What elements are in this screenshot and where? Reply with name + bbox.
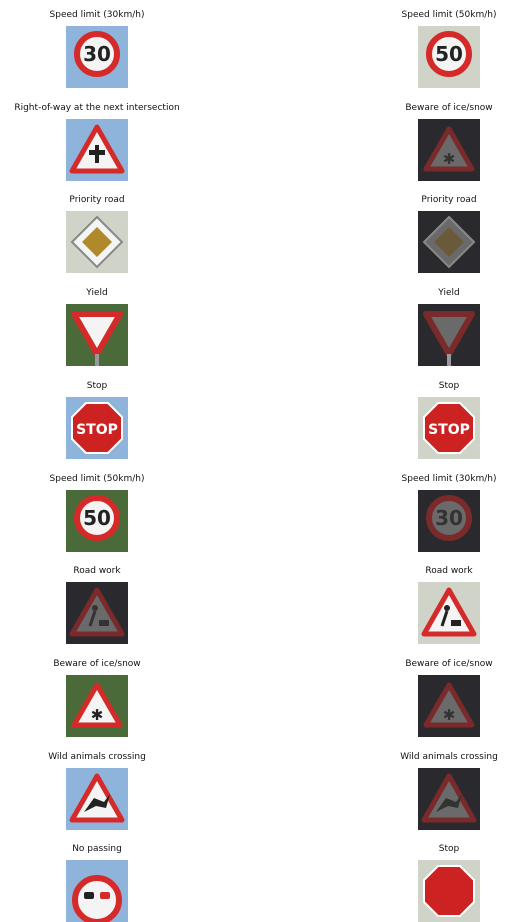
wild-animals-icon bbox=[66, 767, 128, 830]
right-of-way-icon bbox=[66, 118, 128, 181]
sign-text: STOP bbox=[76, 422, 118, 438]
no-passing-sign-image bbox=[66, 860, 128, 922]
speed-30-icon: 30 bbox=[418, 489, 480, 552]
priority-road-sign-image bbox=[66, 211, 128, 274]
speed-50-icon: 50 bbox=[66, 489, 128, 552]
ice-snow-sign-image: ✱ bbox=[418, 118, 480, 181]
priority-road-icon bbox=[418, 211, 480, 274]
sign-caption: Speed limit (30km/h) bbox=[49, 10, 145, 20]
svg-text:✱: ✱ bbox=[443, 706, 456, 724]
no-passing-icon bbox=[66, 860, 128, 922]
stop-sign-image bbox=[418, 860, 480, 922]
svg-text:✱: ✱ bbox=[91, 706, 104, 724]
sign-cell: Stop STOP bbox=[349, 381, 514, 459]
sign-cell: No passing bbox=[0, 844, 197, 922]
sign-caption: Wild animals crossing bbox=[400, 751, 498, 762]
right-of-way-sign-image bbox=[66, 118, 128, 181]
priority-road-icon bbox=[66, 211, 128, 274]
sign-cell: Speed limit (30km/h) 30 bbox=[0, 10, 197, 88]
yield-sign-image bbox=[66, 304, 128, 367]
stop-icon: STOP bbox=[66, 396, 128, 459]
speed-50-sign-image: 50 bbox=[66, 489, 128, 552]
ice-snow-icon: ✱ bbox=[418, 118, 480, 181]
sign-caption: Yield bbox=[86, 288, 108, 299]
sign-cell: Road work bbox=[0, 566, 197, 645]
sign-cell: Beware of ice/snow ✱ bbox=[349, 659, 514, 737]
sign-caption: Stop bbox=[438, 844, 460, 855]
sign-caption: No passing bbox=[72, 844, 122, 855]
sign-number: 30 bbox=[83, 42, 111, 66]
traffic-sign-grid: Speed limit (30km/h) 30 Speed limit (50k… bbox=[0, 0, 514, 922]
sign-cell: Speed limit (30km/h) 30 bbox=[349, 474, 514, 552]
sign-caption: Stop bbox=[438, 380, 460, 391]
sign-cell: Stop STOP bbox=[0, 381, 197, 459]
sign-caption: Speed limit (50km/h) bbox=[401, 10, 497, 20]
sign-cell: Road work bbox=[349, 566, 514, 645]
priority-road-sign-image bbox=[418, 211, 480, 274]
road-work-icon bbox=[66, 582, 128, 645]
sign-caption: Road work bbox=[73, 566, 121, 577]
sign-caption: Road work bbox=[425, 566, 473, 577]
ice-snow-icon: ✱ bbox=[418, 674, 480, 737]
stop-icon bbox=[418, 860, 480, 922]
sign-cell: Beware of ice/snow ✱ bbox=[349, 103, 514, 181]
stop-sign-image: STOP bbox=[418, 396, 480, 459]
sign-number: 50 bbox=[435, 42, 463, 66]
sign-cell: Yield bbox=[349, 288, 514, 367]
sign-caption: Yield bbox=[438, 288, 460, 299]
sign-cell: Yield bbox=[0, 288, 197, 367]
road-work-sign-image bbox=[66, 582, 128, 645]
sign-caption: Beware of ice/snow bbox=[405, 658, 493, 669]
sign-caption: Beware of ice/snow bbox=[405, 102, 493, 113]
sign-caption: Speed limit (30km/h) bbox=[401, 473, 497, 484]
sign-cell: Stop bbox=[349, 844, 514, 922]
yield-icon bbox=[66, 304, 128, 367]
ice-snow-sign-image: ✱ bbox=[66, 674, 128, 737]
sign-cell: Priority road bbox=[0, 195, 197, 274]
yield-sign-image bbox=[418, 304, 480, 367]
sign-caption: Priority road bbox=[421, 195, 477, 206]
speed-50-icon: 50 bbox=[418, 26, 480, 88]
yield-icon bbox=[418, 304, 480, 367]
stop-sign-image: STOP bbox=[66, 396, 128, 459]
sign-cell: Right-of-way at the next intersection bbox=[0, 103, 197, 181]
sign-caption: Speed limit (50km/h) bbox=[49, 473, 145, 484]
ice-snow-sign-image: ✱ bbox=[418, 674, 480, 737]
stop-icon: STOP bbox=[418, 396, 480, 459]
svg-text:✱: ✱ bbox=[443, 150, 456, 168]
speed-30-icon: 30 bbox=[66, 26, 128, 88]
ice-snow-icon: ✱ bbox=[66, 674, 128, 737]
sign-caption: Stop bbox=[86, 380, 108, 391]
wild-animals-sign-image bbox=[66, 767, 128, 830]
sign-text: STOP bbox=[428, 422, 470, 438]
speed-30-sign-image: 30 bbox=[418, 489, 480, 552]
road-work-sign-image bbox=[418, 582, 480, 645]
sign-cell: Priority road bbox=[349, 195, 514, 274]
road-work-icon bbox=[418, 582, 480, 645]
sign-cell: Speed limit (50km/h) 50 bbox=[0, 474, 197, 552]
wild-animals-icon bbox=[418, 767, 480, 830]
sign-number: 30 bbox=[435, 506, 463, 530]
sign-caption: Beware of ice/snow bbox=[53, 658, 141, 669]
wild-animals-sign-image bbox=[418, 767, 480, 830]
sign-number: 50 bbox=[83, 506, 111, 530]
sign-caption: Right-of-way at the next intersection bbox=[14, 102, 180, 113]
speed-30-sign-image: 30 bbox=[66, 26, 128, 88]
sign-cell: Speed limit (50km/h) 50 bbox=[349, 10, 514, 88]
sign-caption: Wild animals crossing bbox=[48, 751, 146, 762]
sign-cell: Beware of ice/snow ✱ bbox=[0, 659, 197, 737]
sign-cell: Wild animals crossing bbox=[349, 752, 514, 830]
sign-cell: Wild animals crossing bbox=[0, 752, 197, 830]
speed-50-sign-image: 50 bbox=[418, 26, 480, 88]
sign-caption: Priority road bbox=[69, 195, 125, 206]
